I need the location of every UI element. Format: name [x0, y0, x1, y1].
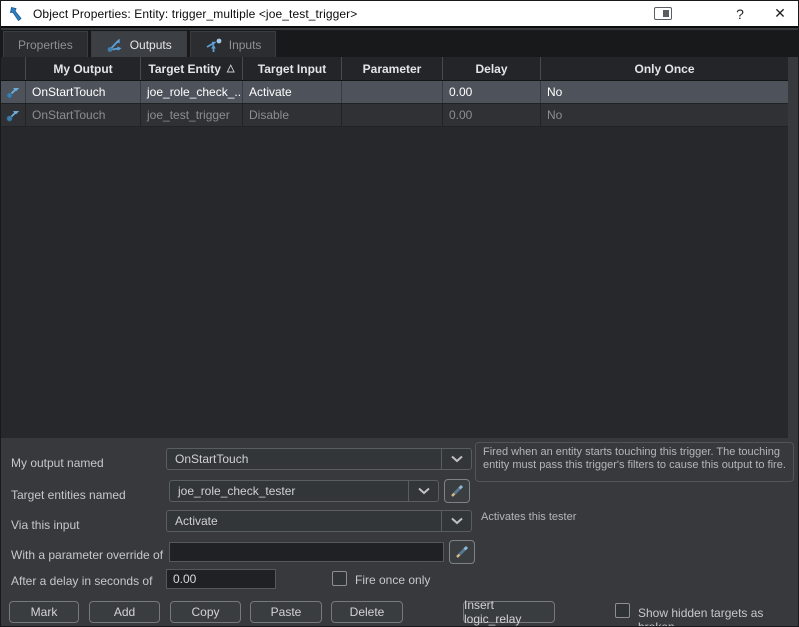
- column-label: Only Once: [634, 62, 694, 76]
- column-label: Delay: [475, 62, 507, 76]
- column-header-delay[interactable]: Delay: [443, 57, 541, 80]
- copy-button[interactable]: Copy: [170, 601, 241, 623]
- chevron-down-icon[interactable]: [441, 449, 471, 469]
- dropdown-value: joe_role_check_tester: [170, 484, 408, 498]
- via-input-dropdown[interactable]: Activate: [166, 510, 472, 532]
- column-label: Parameter: [363, 62, 422, 76]
- output-named-label: My output named: [11, 456, 104, 470]
- column-label: My Output: [53, 62, 112, 76]
- cell-target-input: Activate: [243, 81, 342, 103]
- cell-target-entity: joe_test_trigger: [141, 104, 243, 126]
- tab-properties[interactable]: Properties: [3, 31, 88, 57]
- inputs-icon: [205, 37, 223, 53]
- cell-my-output: OnStartTouch: [26, 104, 141, 126]
- column-label: Target Entity: [148, 62, 220, 76]
- tab-inputs[interactable]: Inputs: [190, 31, 277, 57]
- eyedropper-icon: [454, 544, 470, 560]
- fire-once-label: Fire once only: [355, 573, 430, 587]
- dropdown-value: OnStartTouch: [167, 452, 441, 466]
- tab-outputs[interactable]: Outputs: [91, 31, 187, 57]
- column-header-parameter[interactable]: Parameter: [342, 57, 443, 80]
- parameter-override-label: With a parameter override of: [11, 548, 163, 562]
- hammer-tool-icon: [9, 5, 26, 22]
- output-connection-icon: [1, 81, 26, 103]
- delete-button[interactable]: Delete: [331, 601, 403, 623]
- titlebar: Object Properties: Entity: trigger_multi…: [1, 1, 799, 28]
- outputs-table: My Output Target Entity △ Target Input P…: [1, 57, 788, 438]
- cell-delay: 0.00: [443, 81, 541, 103]
- cell-target-input: Disable: [243, 104, 342, 126]
- eyedropper-icon: [449, 483, 465, 499]
- add-button[interactable]: Add: [89, 601, 160, 623]
- cell-only-once: No: [541, 81, 788, 103]
- sort-ascending-icon: △: [227, 63, 235, 74]
- output-help-text: Fired when an entity starts touching thi…: [475, 442, 794, 482]
- window-title: Object Properties: Entity: trigger_multi…: [33, 7, 357, 21]
- chevron-down-icon[interactable]: [408, 481, 438, 501]
- delay-label: After a delay in seconds of: [11, 574, 152, 588]
- tab-outputs-label: Outputs: [130, 38, 172, 52]
- column-label: Target Input: [258, 62, 326, 76]
- outputs-icon: [106, 37, 124, 53]
- target-entities-label: Target entities named: [11, 488, 126, 502]
- column-header-target-entity[interactable]: Target Entity △: [141, 57, 243, 80]
- cell-parameter: [342, 104, 443, 126]
- target-entities-dropdown[interactable]: joe_role_check_tester: [169, 480, 439, 502]
- show-hidden-targets-checkbox[interactable]: [615, 603, 630, 618]
- tab-inputs-label: Inputs: [229, 38, 262, 52]
- output-named-dropdown[interactable]: OnStartTouch: [166, 448, 472, 470]
- cell-parameter: [342, 81, 443, 103]
- parameter-picker-button[interactable]: [449, 540, 475, 564]
- paste-button[interactable]: Paste: [250, 601, 322, 623]
- column-header-only-once[interactable]: Only Once: [541, 57, 788, 80]
- table-row[interactable]: OnStartTouch joe_role_check_... Activate…: [1, 81, 788, 104]
- tab-properties-label: Properties: [18, 38, 73, 52]
- via-input-label: Via this input: [11, 518, 80, 532]
- input-help-text: Activates this tester: [481, 511, 576, 523]
- dropdown-value: Activate: [167, 514, 441, 528]
- insert-logic-relay-button[interactable]: Insert logic_relay: [463, 601, 555, 623]
- fire-once-checkbox[interactable]: [332, 571, 347, 586]
- delay-input[interactable]: [166, 569, 276, 589]
- show-hidden-targets-label: Show hidden targets as broken: [638, 606, 798, 627]
- cell-my-output: OnStartTouch: [26, 81, 141, 103]
- object-properties-dialog: Object Properties: Entity: trigger_multi…: [0, 0, 799, 627]
- cell-only-once: No: [541, 104, 788, 126]
- column-header-icon[interactable]: [1, 57, 26, 80]
- cell-target-entity: joe_role_check_...: [141, 81, 243, 103]
- tab-bar: Properties Outputs Inputs: [1, 30, 799, 57]
- chevron-down-icon[interactable]: [441, 511, 471, 531]
- output-connection-icon: [1, 104, 26, 126]
- parameter-input[interactable]: [169, 542, 444, 562]
- mark-button[interactable]: Mark: [9, 601, 79, 623]
- entity-picker-button[interactable]: [444, 479, 470, 503]
- column-header-my-output[interactable]: My Output: [26, 57, 141, 80]
- close-button[interactable]: ✕: [760, 1, 799, 26]
- window-context-help-icon[interactable]: [654, 7, 672, 20]
- cell-delay: 0.00: [443, 104, 541, 126]
- table-row[interactable]: OnStartTouch joe_test_trigger Disable 0.…: [1, 104, 788, 127]
- outputs-table-header: My Output Target Entity △ Target Input P…: [1, 57, 788, 81]
- outputs-table-empty-area[interactable]: [1, 127, 788, 438]
- help-button[interactable]: ?: [720, 1, 760, 26]
- column-header-target-input[interactable]: Target Input: [243, 57, 342, 80]
